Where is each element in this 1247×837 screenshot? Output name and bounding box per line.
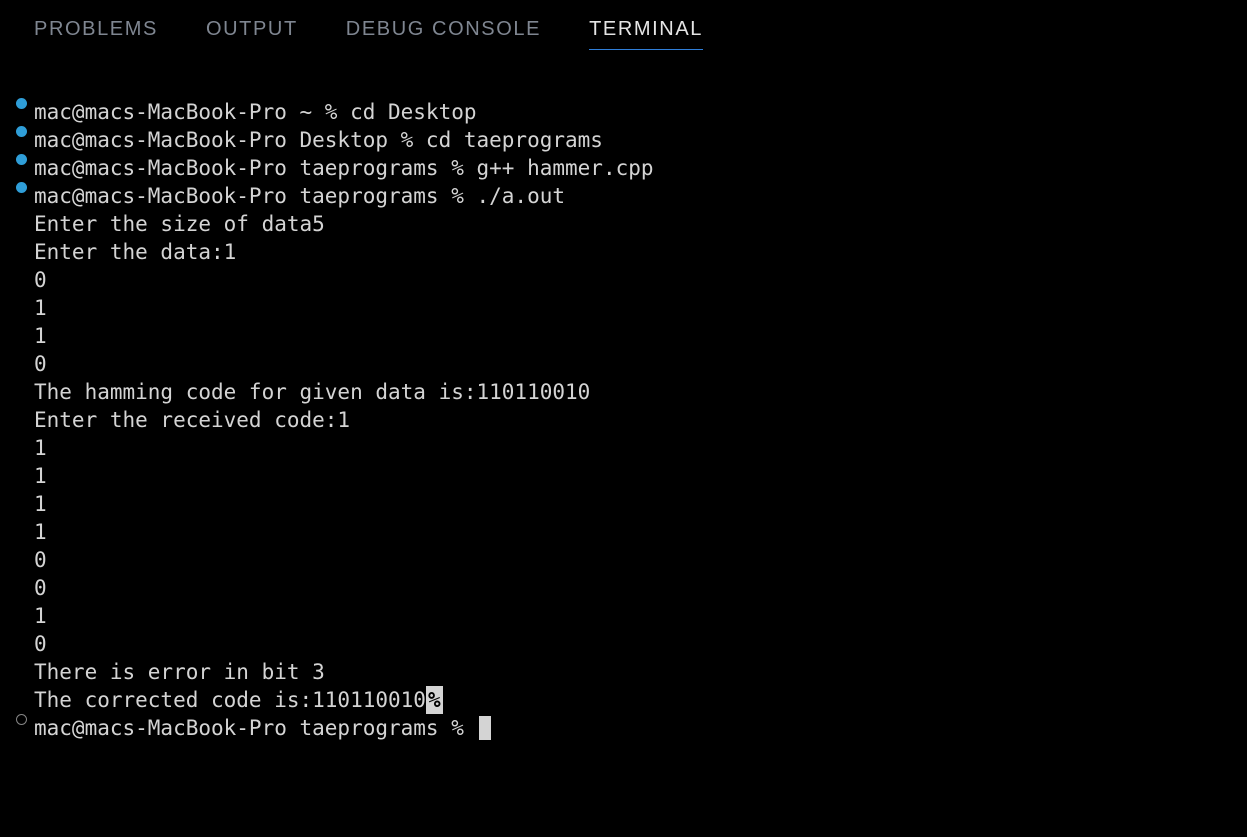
terminal-text: 1 [34,434,47,462]
terminal-text: 1 [34,602,47,630]
prompt-ring-icon [8,714,34,725]
terminal-line: Enter the data:1 [8,238,1239,266]
terminal-line: 1 [8,322,1239,350]
terminal-text: The corrected code is:110110010% [34,686,443,714]
prompt-bullet-icon [8,154,34,165]
panel-tabs: PROBLEMS OUTPUT DEBUG CONSOLE TERMINAL [0,0,1247,58]
prompt-bullet-icon [8,98,34,109]
terminal-prompt[interactable]: mac@macs-MacBook-Pro taeprograms % [34,714,491,742]
terminal-text: 1 [34,462,47,490]
terminal-line: 0 [8,546,1239,574]
terminal-text: 1 [34,490,47,518]
terminal-line: 1 [8,294,1239,322]
terminal-text: mac@macs-MacBook-Pro taeprograms % g++ h… [34,154,654,182]
terminal-line: mac@macs-MacBook-Pro taeprograms % ./a.o… [8,182,1239,210]
terminal-text: 0 [34,546,47,574]
terminal-text: Enter the size of data5 [34,210,325,238]
terminal-text: Enter the received code:1 [34,406,350,434]
terminal-text: 1 [34,294,47,322]
terminal-text: 0 [34,266,47,294]
terminal-text: 0 [34,350,47,378]
prompt-bullet-icon [8,126,34,137]
terminal-text: 0 [34,574,47,602]
terminal-line: 0 [8,266,1239,294]
cursor-icon [479,716,491,740]
terminal-text: mac@macs-MacBook-Pro taeprograms % ./a.o… [34,182,565,210]
terminal-line: 1 [8,602,1239,630]
terminal-line: The corrected code is:110110010% [8,686,1239,714]
terminal-line: mac@macs-MacBook-Pro taeprograms % g++ h… [8,154,1239,182]
terminal-line: Enter the size of data5 [8,210,1239,238]
terminal-line: 1 [8,518,1239,546]
terminal-line: 1 [8,490,1239,518]
eol-percent-icon: % [426,686,443,714]
terminal-text: mac@macs-MacBook-Pro Desktop % cd taepro… [34,126,603,154]
terminal-line: 1 [8,434,1239,462]
tab-problems[interactable]: PROBLEMS [34,18,158,50]
terminal-text: There is error in bit 3 [34,658,325,686]
terminal-prompt-line: mac@macs-MacBook-Pro taeprograms % [8,714,1239,742]
terminal-panel[interactable]: mac@macs-MacBook-Pro ~ % cd Desktop mac@… [0,58,1247,742]
terminal-line: The hamming code for given data is:11011… [8,378,1239,406]
terminal-text: The hamming code for given data is:11011… [34,378,590,406]
terminal-line: 0 [8,574,1239,602]
terminal-line: 1 [8,462,1239,490]
terminal-text: mac@macs-MacBook-Pro ~ % cd Desktop [34,98,477,126]
prompt-bullet-icon [8,182,34,193]
terminal-text: 0 [34,630,47,658]
terminal-text: 1 [34,518,47,546]
terminal-line: mac@macs-MacBook-Pro ~ % cd Desktop [8,98,1239,126]
terminal-line: 0 [8,350,1239,378]
terminal-line: 0 [8,630,1239,658]
terminal-line: mac@macs-MacBook-Pro Desktop % cd taepro… [8,126,1239,154]
tab-output[interactable]: OUTPUT [206,18,298,50]
terminal-line: There is error in bit 3 [8,658,1239,686]
tab-debug-console[interactable]: DEBUG CONSOLE [346,18,541,50]
terminal-line: Enter the received code:1 [8,406,1239,434]
terminal-text: Enter the data:1 [34,238,236,266]
tab-terminal[interactable]: TERMINAL [589,18,703,50]
terminal-text: 1 [34,322,47,350]
